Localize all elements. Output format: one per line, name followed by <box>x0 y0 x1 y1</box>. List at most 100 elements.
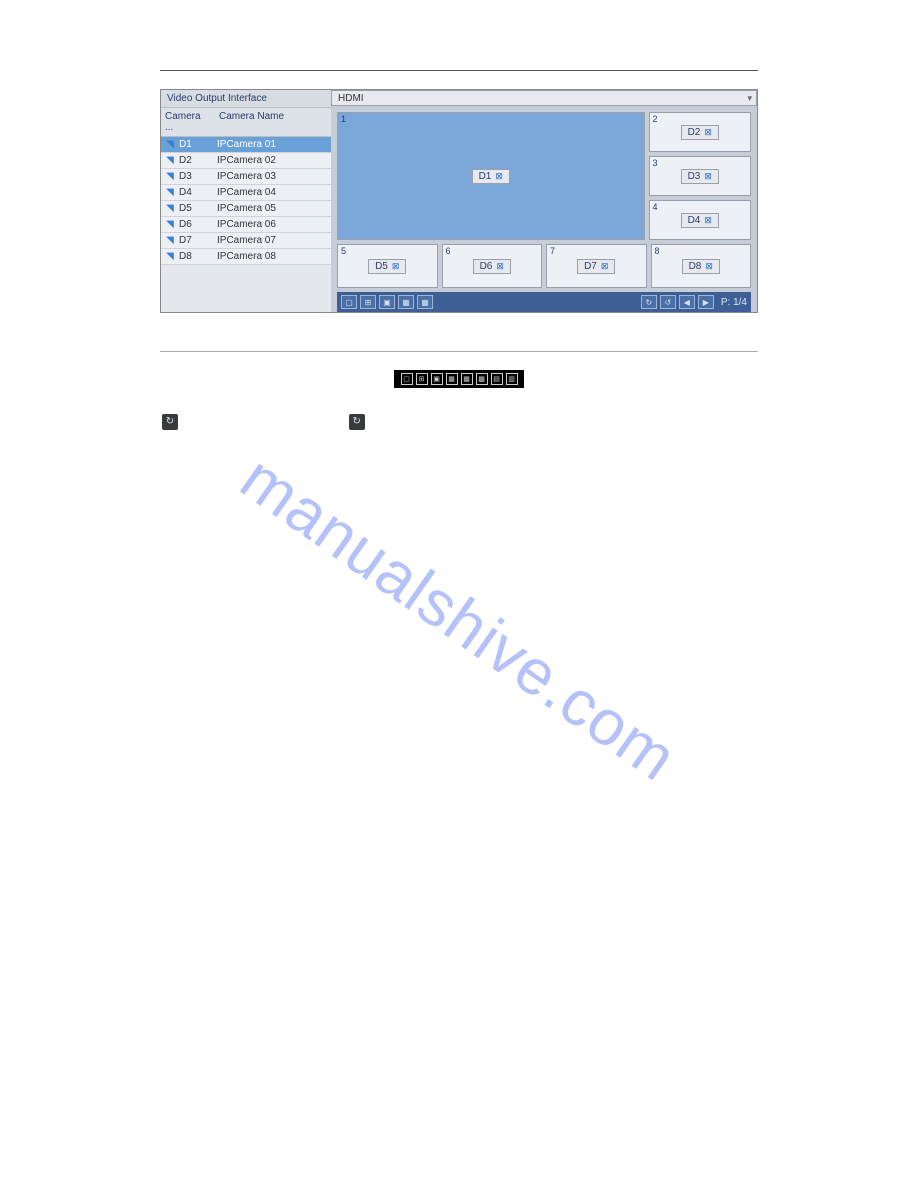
chip-label: D3 <box>688 171 701 182</box>
layout-1x1-button[interactable]: ▢ <box>341 295 357 309</box>
camera-list-pane: Video Output Interface Camera ... Camera… <box>161 90 331 312</box>
layout-1p5-button[interactable]: ▣ <box>379 295 395 309</box>
sidebar-title: Video Output Interface <box>161 90 331 108</box>
camera-name: IPCamera 04 <box>217 187 331 198</box>
layout-icon: ▥ <box>506 373 518 385</box>
chip-label: D6 <box>480 261 493 272</box>
stop-all-button[interactable]: ↺ <box>660 295 676 309</box>
camera-row[interactable]: ◥ D6 IPCamera 06 <box>161 217 331 233</box>
stop-auto-switch-icon <box>349 414 365 430</box>
tile-bottom[interactable]: 6 D6 ⊠ <box>442 244 543 288</box>
camera-name: IPCamera 06 <box>217 219 331 230</box>
camera-icon: ◥ <box>163 140 177 150</box>
close-icon[interactable]: ⊠ <box>704 171 712 182</box>
camera-row[interactable]: ◥ D3 IPCamera 03 <box>161 169 331 185</box>
close-icon[interactable]: ⊠ <box>495 171 503 182</box>
layout-2x2-button[interactable]: ⊞ <box>360 295 376 309</box>
camera-name: IPCamera 01 <box>217 139 331 150</box>
output-interface-dropdown[interactable]: HDMI <box>331 90 757 106</box>
chip-label: D7 <box>584 261 597 272</box>
camera-id: D3 <box>177 171 217 182</box>
tile-chip[interactable]: D1 ⊠ <box>472 169 510 184</box>
tile-number: 7 <box>550 246 555 256</box>
close-icon[interactable]: ⊠ <box>705 261 713 272</box>
tile-number: 4 <box>653 202 658 212</box>
camera-name: IPCamera 05 <box>217 203 331 214</box>
camera-icon: ◥ <box>163 252 177 262</box>
tile-side[interactable]: 2 D2 ⊠ <box>649 112 752 152</box>
tile-chip[interactable]: D5 ⊠ <box>368 259 406 274</box>
camera-row[interactable]: ◥ D5 IPCamera 05 <box>161 201 331 217</box>
camera-icon: ◥ <box>163 172 177 182</box>
tile-main[interactable]: 1 D1 ⊠ <box>337 112 645 240</box>
layout-icon: ▩ <box>476 373 488 385</box>
layout-icon-strip: ▢ ⊞ ▣ ▦ ▦ ▩ ▤ ▥ <box>394 370 524 388</box>
start-all-button[interactable]: ↻ <box>641 295 657 309</box>
camera-name: IPCamera 03 <box>217 171 331 182</box>
camera-name: IPCamera 02 <box>217 155 331 166</box>
tile-bottom[interactable]: 5 D5 ⊠ <box>337 244 438 288</box>
close-icon[interactable]: ⊠ <box>392 261 400 272</box>
layout-icon: ▣ <box>431 373 443 385</box>
prev-page-button[interactable]: ◀ <box>679 295 695 309</box>
camera-id: D6 <box>177 219 217 230</box>
layout-icon: ▤ <box>491 373 503 385</box>
layout-toolbar: ▢ ⊞ ▣ ▦ ▦ ↻ ↺ ◀ ▶ P: 1/4 <box>337 292 751 312</box>
camera-row[interactable]: ◥ D2 IPCamera 02 <box>161 153 331 169</box>
tile-chip[interactable]: D3 ⊠ <box>681 169 719 184</box>
camera-table-header: Camera ... Camera Name <box>161 108 331 137</box>
tile-chip[interactable]: D8 ⊠ <box>682 259 720 274</box>
chip-label: D5 <box>375 261 388 272</box>
camera-name: IPCamera 08 <box>217 251 331 262</box>
chip-label: D4 <box>688 215 701 226</box>
chip-label: D2 <box>688 127 701 138</box>
layout-icon: ▦ <box>446 373 458 385</box>
tile-chip[interactable]: D4 ⊠ <box>681 213 719 228</box>
tile-number: 5 <box>341 246 346 256</box>
camera-id: D4 <box>177 187 217 198</box>
close-icon[interactable]: ⊠ <box>704 127 712 138</box>
close-icon[interactable]: ⊠ <box>496 261 504 272</box>
tile-number: 3 <box>653 158 658 168</box>
camera-row[interactable]: ◥ D1 IPCamera 01 <box>161 137 331 153</box>
tile-chip[interactable]: D7 ⊠ <box>577 259 615 274</box>
camera-icon: ◥ <box>163 156 177 166</box>
tile-chip[interactable]: D2 ⊠ <box>681 125 719 140</box>
layout-icon: ⊞ <box>416 373 428 385</box>
top-rule <box>160 70 758 71</box>
next-page-button[interactable]: ▶ <box>698 295 714 309</box>
watermark: manualshive.com <box>228 440 691 795</box>
tile-side[interactable]: 3 D3 ⊠ <box>649 156 752 196</box>
layout-grid: 1 D1 ⊠ 2 D2 ⊠ <box>331 106 757 312</box>
camera-row[interactable]: ◥ D7 IPCamera 07 <box>161 233 331 249</box>
layout-icon: ▢ <box>401 373 413 385</box>
body-text <box>160 412 758 431</box>
camera-icon: ◥ <box>163 220 177 230</box>
camera-id: D7 <box>177 235 217 246</box>
tile-side[interactable]: 4 D4 ⊠ <box>649 200 752 240</box>
tile-chip[interactable]: D6 ⊠ <box>473 259 511 274</box>
camera-id: D8 <box>177 251 217 262</box>
camera-row[interactable]: ◥ D8 IPCamera 08 <box>161 249 331 265</box>
camera-name: IPCamera 07 <box>217 235 331 246</box>
chip-label: D8 <box>689 261 702 272</box>
tile-bottom[interactable]: 8 D8 ⊠ <box>651 244 752 288</box>
camera-row[interactable]: ◥ D4 IPCamera 04 <box>161 185 331 201</box>
col-camera: Camera ... <box>161 108 215 136</box>
camera-icon: ◥ <box>163 188 177 198</box>
tile-number: 8 <box>655 246 660 256</box>
tile-number: 2 <box>653 114 658 124</box>
close-icon[interactable]: ⊠ <box>704 215 712 226</box>
camera-icon: ◥ <box>163 236 177 246</box>
layout-icon: ▦ <box>461 373 473 385</box>
close-icon[interactable]: ⊠ <box>601 261 609 272</box>
camera-id: D1 <box>177 139 217 150</box>
preview-pane: HDMI 1 D1 ⊠ 2 <box>331 90 757 312</box>
layout-1p7-button[interactable]: ▦ <box>398 295 414 309</box>
live-view-screenshot: Video Output Interface Camera ... Camera… <box>160 89 758 313</box>
layout-3x3-button[interactable]: ▦ <box>417 295 433 309</box>
tile-bottom[interactable]: 7 D7 ⊠ <box>546 244 647 288</box>
start-auto-switch-icon <box>162 414 178 430</box>
camera-icon: ◥ <box>163 204 177 214</box>
col-name: Camera Name <box>215 108 331 136</box>
